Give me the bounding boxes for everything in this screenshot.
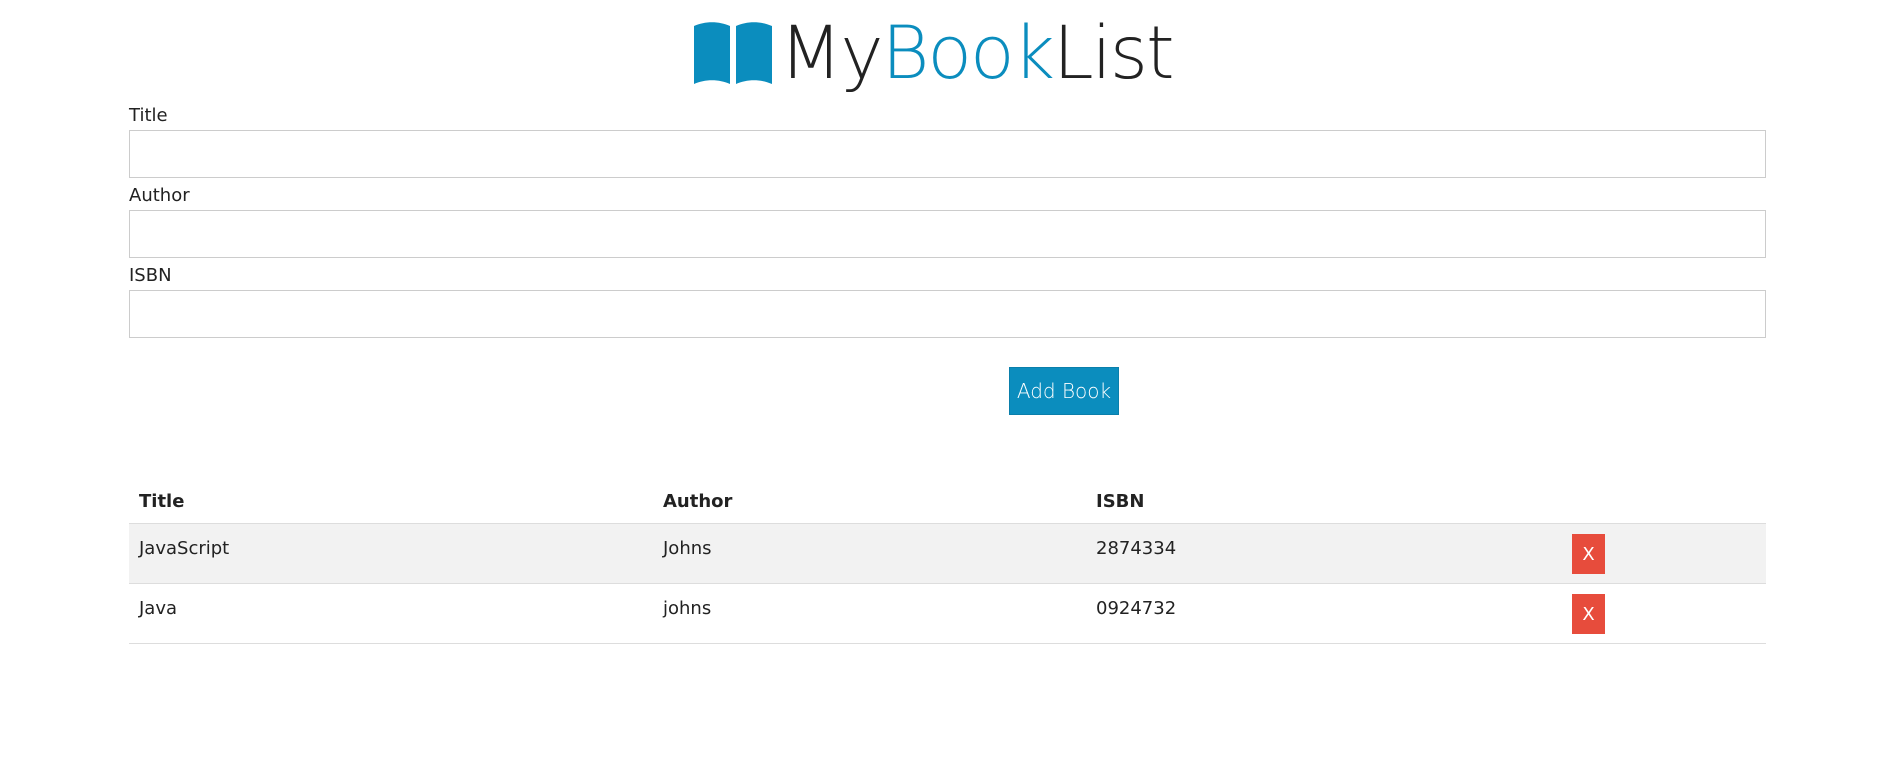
- title-column-header: Title: [129, 479, 653, 524]
- book-isbn-cell: 0924732: [1086, 583, 1562, 644]
- isbn-column-header: ISBN: [1086, 479, 1562, 524]
- add-book-button[interactable]: Add Book: [1009, 367, 1119, 415]
- delete-book-button[interactable]: X: [1572, 594, 1605, 634]
- title-label: Title: [129, 105, 168, 126]
- brand-header: MyBookList: [0, 8, 1880, 98]
- isbn-input[interactable]: [129, 290, 1766, 338]
- book-actions-cell: X: [1562, 523, 1766, 584]
- title-input[interactable]: [129, 130, 1766, 178]
- book-title-cell: JavaScript: [129, 523, 653, 584]
- table-header-row: Title Author ISBN: [129, 479, 1766, 524]
- brand-text-my: My: [779, 10, 883, 96]
- isbn-label: ISBN: [129, 265, 172, 286]
- actions-column-header: [1562, 479, 1766, 524]
- book-author-cell: johns: [653, 583, 1086, 644]
- book-actions-cell: X: [1562, 583, 1766, 644]
- author-column-header: Author: [653, 479, 1086, 524]
- brand-wordmark: MyBookList: [779, 17, 1174, 90]
- book-isbn-cell: 2874334: [1086, 523, 1562, 584]
- book-title-cell: Java: [129, 583, 653, 644]
- brand-text-book: Book: [881, 10, 1055, 96]
- brand-text-list: List: [1052, 10, 1175, 96]
- add-book-form: Title Author ISBN: [129, 104, 1766, 344]
- author-label: Author: [129, 185, 190, 206]
- table-row: JavaScript Johns 2874334 X: [129, 523, 1766, 584]
- submit-area: Add Book: [0, 367, 1880, 415]
- delete-book-button[interactable]: X: [1572, 534, 1605, 574]
- book-author-cell: Johns: [653, 523, 1086, 584]
- open-book-icon: [694, 22, 773, 84]
- author-input[interactable]: [129, 210, 1766, 258]
- brand-logo: MyBookList: [691, 17, 1175, 90]
- app-container: MyBookList Title Author ISBN Add Book Ti…: [0, 0, 1880, 761]
- book-list-table: Title Author ISBN JavaScript Johns 28743…: [129, 479, 1766, 644]
- table-row: Java johns 0924732 X: [129, 583, 1766, 644]
